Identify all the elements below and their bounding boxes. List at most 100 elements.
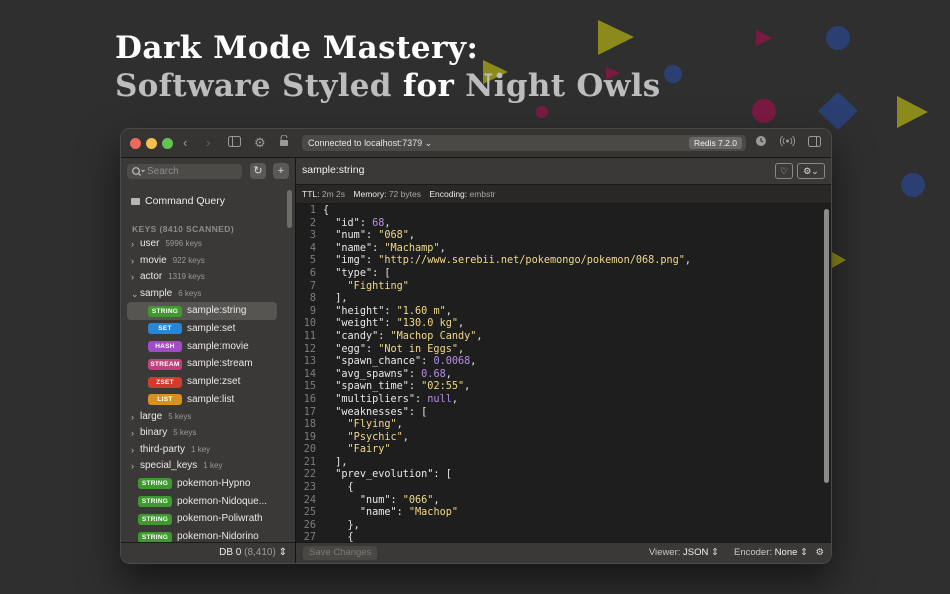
broadcast-icon[interactable]: [779, 134, 796, 152]
key-item[interactable]: SET sample:set: [121, 320, 295, 338]
code-token: ,: [457, 318, 465, 330]
search-placeholder: Search: [147, 166, 179, 177]
code-line: 9 "height": "1.60 m",: [296, 306, 819, 319]
code-text: "spawn_chance": 0.0068,: [323, 356, 476, 369]
tree-group-large[interactable]: › large 5 keys: [121, 409, 295, 426]
line-number: 22: [303, 469, 316, 481]
group-count: 1 key: [203, 461, 223, 471]
code-token: "130.0 kg": [396, 318, 458, 330]
zoom-window-button[interactable]: [162, 138, 173, 149]
value-editor[interactable]: 1{2 "id": 68, 3 "num": "068", 4 "name": "M…: [296, 205, 819, 543]
code-token: "avg_spawns": [335, 368, 409, 380]
code-text: "weaknesses": [: [323, 407, 427, 420]
editor-scrollbar-thumb[interactable]: [824, 209, 829, 483]
tree-group-third-party[interactable]: › third-party 1 key: [121, 442, 295, 459]
tree-group-special-keys[interactable]: › special_keys 1 key: [121, 458, 295, 475]
code-token: : [: [408, 406, 428, 418]
code-token: ,: [445, 305, 452, 317]
code-token: :: [415, 393, 428, 405]
key-item[interactable]: STREAM sample:stream: [121, 355, 295, 373]
tree-group-movie[interactable]: › movie 922 keys: [121, 253, 295, 270]
inspector-toggle-icon[interactable]: [808, 134, 821, 152]
code-token: "Machop": [408, 507, 458, 519]
viewer-selector[interactable]: Viewer: JSON ⇕: [649, 543, 719, 563]
key-item[interactable]: STRING pokemon-Hypno: [121, 475, 295, 493]
chevron-right-icon: ›: [131, 272, 134, 282]
key-item[interactable]: LIST sample:list: [121, 391, 295, 409]
code-line: 2 "id": 68,: [296, 218, 819, 231]
tree-group-binary[interactable]: › binary 5 keys: [121, 425, 295, 442]
code-token: :: [365, 255, 379, 267]
code-line: 19 "Psychic",: [296, 432, 819, 445]
minimize-window-button[interactable]: [146, 138, 157, 149]
forward-icon[interactable]: ›: [206, 134, 210, 152]
chevron-right-icon: ›: [131, 428, 134, 439]
code-line: 15 "spawn_time": "02:55",: [296, 381, 819, 394]
plus-icon: +: [277, 165, 285, 177]
code-token: : [: [372, 267, 391, 279]
code-token: ],: [323, 456, 348, 468]
code-token: {: [323, 205, 330, 216]
code-text: },: [323, 520, 360, 533]
close-window-button[interactable]: [130, 138, 141, 149]
code-text: "num": "066",: [323, 495, 440, 508]
search-input[interactable]: Search: [127, 164, 242, 179]
code-text: ],: [323, 456, 348, 470]
sidebar-toggle-icon[interactable]: [228, 134, 241, 152]
tree-group-user[interactable]: › user 5996 keys: [121, 236, 295, 253]
command-query-item[interactable]: Command Query: [131, 195, 225, 207]
group-name: special_keys: [140, 460, 198, 472]
key-actions-menu[interactable]: ⚙⌄: [797, 163, 825, 179]
hero-heading: Dark Mode Mastery: Software Styled for N…: [115, 30, 661, 104]
key-name: pokemon-Nidoque...: [177, 495, 268, 507]
code-text: "img": "http://www.serebii.net/pokemongo…: [323, 255, 691, 268]
key-item[interactable]: STRING pokemon-Nidoque...: [121, 493, 295, 511]
code-line: 12 "egg": "Not in Eggs",: [296, 344, 819, 357]
code-token: ,: [445, 368, 452, 380]
code-token: ,: [457, 343, 465, 355]
lock-icon[interactable]: [279, 134, 289, 152]
code-token: "candy": [335, 330, 379, 342]
editor-scrollbar[interactable]: [822, 207, 830, 541]
ttl-value: 2m 2s: [321, 189, 346, 199]
code-token: :: [372, 242, 385, 254]
code-text: "Flying",: [323, 419, 403, 432]
line-number: 21: [303, 456, 316, 468]
back-icon[interactable]: ‹: [183, 134, 187, 152]
key-item[interactable]: ZSET sample:zset: [121, 373, 295, 391]
key-item[interactable]: STRING pokemon-Poliwrath: [121, 510, 295, 528]
code-token: ,: [384, 217, 391, 229]
keys-section-header: KEYS (8410 SCANNED): [132, 224, 235, 234]
favorite-button[interactable]: ♡: [775, 163, 793, 179]
tree-group-sample[interactable]: ⌄ sample 6 keys: [121, 286, 295, 303]
deco-circle-blue: [826, 26, 850, 50]
type-badge-list: LIST: [148, 394, 182, 406]
deco-triangle-magenta: [756, 30, 772, 46]
gear-icon[interactable]: ⚙: [254, 134, 266, 152]
key-name: sample:zset: [187, 376, 241, 388]
refresh-button[interactable]: ↻: [250, 163, 266, 179]
tree-group-actor[interactable]: › actor 1319 keys: [121, 269, 295, 286]
key-name: sample:set: [187, 322, 236, 334]
line-number: 8: [309, 293, 316, 305]
group-name: third-party: [140, 443, 186, 455]
database-selector[interactable]: DB 0 (8,410) ⇕: [219, 547, 287, 558]
group-name: large: [140, 410, 163, 422]
gear-icon[interactable]: ⚙: [815, 543, 824, 563]
add-key-button[interactable]: +: [273, 163, 289, 179]
encoder-selector[interactable]: Encoder: None ⇕: [734, 543, 808, 563]
code-line: 7 "Fighting": [296, 281, 819, 294]
key-detail-pane: sample:string ♡ ⚙⌄ TTL: 2m 2s Memory: 72…: [296, 158, 831, 563]
history-icon[interactable]: [755, 134, 767, 152]
key-item-selected[interactable]: STRING sample:string: [127, 302, 277, 320]
key-item[interactable]: HASH sample:movie: [121, 338, 295, 356]
connection-bar[interactable]: Connected to localhost:7379 ⌄ Redis 7.2.…: [302, 135, 746, 151]
code-token: "Not in Eggs": [378, 343, 458, 355]
code-token: :: [359, 217, 373, 229]
save-changes-button[interactable]: Save Changes: [303, 546, 378, 560]
sidebar-scrollbar[interactable]: [287, 190, 292, 228]
